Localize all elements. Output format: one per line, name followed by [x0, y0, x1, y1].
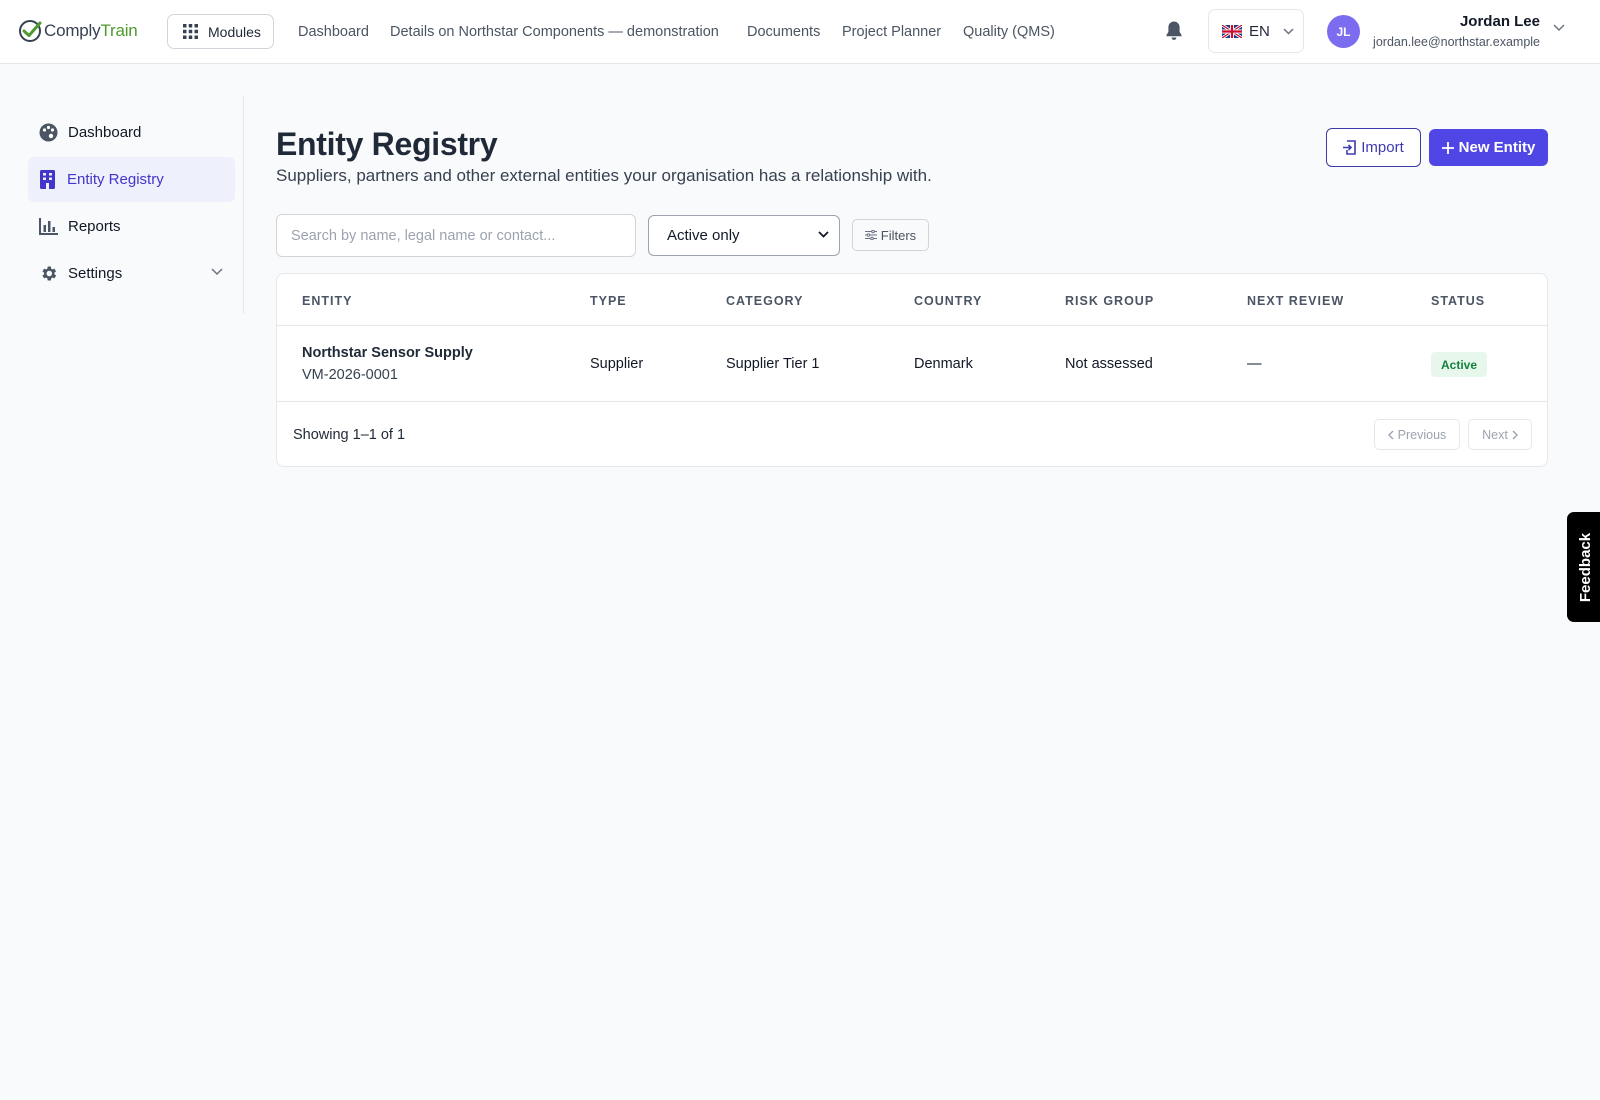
user-name[interactable]: Jordan Lee [1460, 13, 1540, 30]
import-icon [1343, 140, 1357, 155]
entity-next-review: — [1247, 356, 1262, 372]
building-icon [38, 170, 57, 189]
search-input[interactable] [276, 214, 636, 257]
sidebar: Dashboard Entity Registry Reports Settin… [0, 96, 244, 314]
nav-link-project-planner[interactable]: Project Planner [842, 0, 941, 63]
chevron-left-icon [1387, 430, 1394, 439]
table-header: ENTITY TYPE CATEGORY COUNTRY RISK GROUP … [277, 274, 1547, 326]
entity-code: VM-2026-0001 [302, 367, 398, 383]
sidebar-item-label: Reports [68, 218, 121, 235]
modules-button[interactable]: Modules [167, 14, 274, 49]
chevron-down-icon [211, 268, 223, 276]
entity-country: Denmark [914, 356, 973, 372]
brand-logo[interactable]: ComplyTrain [18, 17, 138, 45]
sliders-icon [864, 230, 877, 240]
modules-label: Modules [208, 23, 261, 40]
sidebar-item-label: Settings [68, 265, 123, 282]
nav-link-dashboard[interactable]: Dashboard [298, 0, 369, 63]
status-filter-select[interactable]: Active only [648, 215, 840, 256]
chevron-down-icon [818, 231, 829, 238]
new-entity-button[interactable]: New Entity [1429, 129, 1548, 166]
import-button[interactable]: Import [1326, 128, 1421, 167]
brand-name: ComplyTrain [44, 21, 138, 40]
user-menu-chevron-icon[interactable] [1553, 24, 1565, 32]
entity-table: ENTITY TYPE CATEGORY COUNTRY RISK GROUP … [276, 273, 1548, 467]
previous-label: Previous [1397, 427, 1447, 442]
chevron-right-icon [1512, 430, 1518, 439]
previous-page-button[interactable]: Previous [1374, 419, 1460, 450]
page-subtitle: Suppliers, partners and other external e… [276, 166, 932, 185]
sidebar-item-settings[interactable]: Settings [28, 251, 235, 296]
grid-icon [183, 24, 198, 39]
column-header-status[interactable]: STATUS [1431, 294, 1485, 308]
language-selector[interactable]: EN [1208, 9, 1304, 53]
filters-label: Filters [880, 227, 917, 243]
column-header-entity[interactable]: ENTITY [302, 294, 352, 308]
filters-button[interactable]: Filters [852, 219, 929, 251]
column-header-country[interactable]: COUNTRY [914, 294, 982, 308]
table-row[interactable]: Northstar Sensor Supply VM-2026-0001 Sup… [277, 326, 1547, 402]
checkmark-logo-icon [19, 20, 42, 42]
uk-flag-icon [1222, 24, 1242, 38]
pagination-summary: Showing 1–1 of 1 [293, 427, 406, 443]
next-label: Next [1482, 427, 1508, 442]
import-label: Import [1361, 139, 1404, 156]
sidebar-item-dashboard[interactable]: Dashboard [28, 110, 235, 155]
chevron-down-icon [1283, 27, 1294, 35]
palette-icon [39, 123, 58, 142]
column-header-type[interactable]: TYPE [590, 294, 627, 308]
column-header-next-review[interactable]: NEXT REVIEW [1247, 294, 1344, 308]
new-entity-label: New Entity [1458, 139, 1536, 156]
sidebar-item-label: Dashboard [68, 124, 142, 141]
plus-icon [1441, 141, 1454, 154]
nav-link-quality[interactable]: Quality (QMS) [963, 0, 1055, 63]
entity-risk-group: Not assessed [1065, 356, 1153, 372]
feedback-label: Feedback [1577, 532, 1595, 602]
sidebar-item-reports[interactable]: Reports [28, 204, 235, 249]
nav-link-company-details[interactable]: Details on Northstar Components — demons… [390, 0, 719, 63]
gear-icon [39, 264, 58, 283]
status-badge: Active [1431, 352, 1488, 377]
language-code: EN [1249, 22, 1270, 40]
feedback-tab[interactable]: Feedback [1567, 512, 1600, 622]
avatar[interactable]: JL [1327, 15, 1360, 48]
user-email: jordan.lee@northstar.example [1373, 35, 1540, 49]
status-filter-value: Active only [667, 227, 740, 244]
top-bar: ComplyTrain Modules Dashboard Details on… [0, 0, 1600, 64]
column-header-category[interactable]: CATEGORY [726, 294, 803, 308]
column-header-risk-group[interactable]: RISK GROUP [1065, 294, 1154, 308]
page-title: Entity Registry [276, 126, 498, 162]
entity-name[interactable]: Northstar Sensor Supply [302, 345, 473, 361]
sidebar-item-entity-registry[interactable]: Entity Registry [28, 157, 235, 202]
nav-link-documents[interactable]: Documents [747, 0, 820, 63]
next-page-button[interactable]: Next [1468, 419, 1532, 450]
entity-type: Supplier [590, 356, 644, 372]
sidebar-item-label: Entity Registry [67, 171, 164, 188]
bell-icon[interactable] [1164, 20, 1184, 42]
entity-category: Supplier Tier 1 [726, 356, 820, 372]
bar-chart-icon [39, 217, 58, 236]
